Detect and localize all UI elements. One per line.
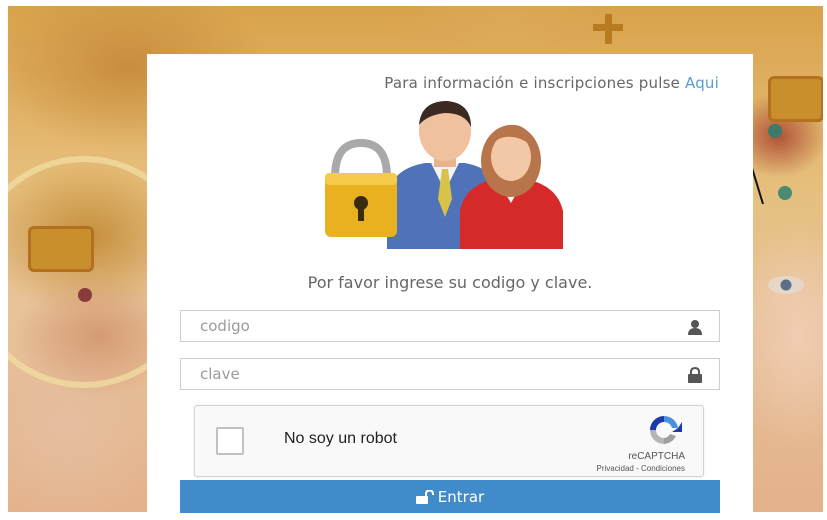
- clave-field: [180, 358, 720, 390]
- info-link[interactable]: Aqui: [685, 74, 719, 92]
- recaptcha-brand: reCAPTCHA: [628, 451, 685, 462]
- recaptcha-widget: No soy un robot reCAPTCHA Privacidad - C…: [194, 405, 704, 477]
- login-prompt: Por favor ingrese su codigo y clave.: [307, 273, 593, 292]
- unlock-icon: [415, 489, 434, 504]
- codigo-field: [180, 310, 720, 342]
- codigo-input[interactable]: [181, 311, 680, 341]
- eye-decoration: [768, 276, 804, 294]
- recaptcha-checkbox[interactable]: [216, 427, 244, 455]
- submit-label: Entrar: [437, 487, 485, 506]
- users-lock-icon: [325, 101, 563, 249]
- recaptcha-links[interactable]: Privacidad - Condiciones: [597, 464, 686, 473]
- crown-decoration: [768, 76, 823, 122]
- user-icon: [688, 320, 702, 335]
- recaptcha-label: No soy un robot: [284, 430, 397, 447]
- gem-decoration: [78, 288, 92, 302]
- clave-input[interactable]: [181, 359, 680, 389]
- login-panel: Para información e inscripciones pulse A…: [147, 54, 753, 520]
- gem-decoration: [778, 186, 792, 200]
- info-line: Para información e inscripciones pulse A…: [384, 74, 719, 92]
- crown-decoration: [28, 226, 94, 272]
- submit-button[interactable]: Entrar: [180, 480, 720, 513]
- cross-decoration: [593, 14, 623, 44]
- recaptcha-icon: [650, 415, 682, 444]
- lock-icon: [688, 367, 702, 383]
- info-text: Para información e inscripciones pulse: [384, 74, 681, 92]
